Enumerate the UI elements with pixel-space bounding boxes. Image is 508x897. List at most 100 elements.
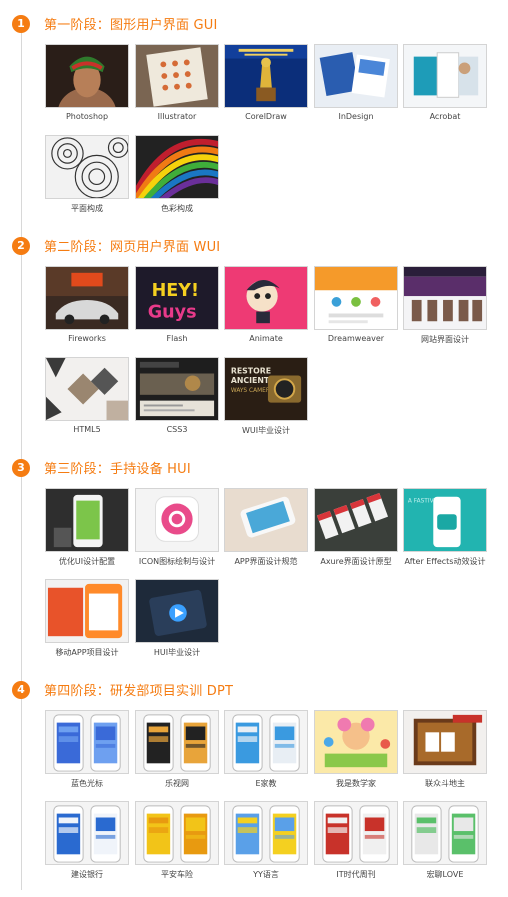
course-thumbnail[interactable]: [224, 266, 308, 330]
svg-text:HEY!: HEY!: [152, 281, 199, 301]
course-label: CorelDraw: [245, 112, 287, 121]
course-card[interactable]: YY语言: [224, 801, 309, 887]
course-card[interactable]: 色彩构成: [135, 135, 220, 221]
course-thumbnail[interactable]: [45, 44, 129, 108]
course-thumbnail[interactable]: [45, 357, 129, 421]
course-thumbnail[interactable]: [135, 357, 219, 421]
course-thumbnail[interactable]: [403, 801, 487, 865]
course-thumbnail[interactable]: [314, 801, 398, 865]
course-label: 联众斗地主: [425, 779, 465, 788]
course-thumbnail[interactable]: [314, 488, 398, 552]
course-thumbnail[interactable]: [135, 579, 219, 643]
course-label: 蓝色光标: [71, 779, 103, 788]
course-label: CSS3: [166, 425, 188, 434]
course-label: Animate: [249, 334, 283, 343]
stage-number-badge: 2: [12, 237, 30, 255]
course-thumbnail[interactable]: [224, 801, 308, 865]
course-card[interactable]: InDesign: [314, 44, 399, 130]
course-card[interactable]: Acrobat: [403, 44, 488, 130]
course-thumbnail[interactable]: [403, 44, 487, 108]
course-card[interactable]: Axure界面设计原型: [314, 488, 399, 574]
course-card[interactable]: APP界面设计规范: [224, 488, 309, 574]
course-thumbnail[interactable]: [403, 266, 487, 330]
course-card[interactable]: 蓝色光标: [45, 710, 130, 796]
course-label: 移动APP项目设计: [55, 648, 119, 657]
course-thumbnail[interactable]: [45, 710, 129, 774]
course-label: Photoshop: [65, 112, 109, 121]
course-thumbnail[interactable]: [45, 135, 129, 199]
course-label: HTML5: [73, 425, 101, 434]
course-card[interactable]: 优化UI设计配置: [45, 488, 130, 574]
course-card[interactable]: ICON图标绘制与设计: [135, 488, 220, 574]
course-label: 宏聊LOVE: [426, 870, 464, 879]
course-card[interactable]: IT时代周刊: [314, 801, 399, 887]
course-label: YY语言: [253, 870, 279, 879]
course-label: 乐视网: [165, 779, 189, 788]
course-label: HUI毕业设计: [153, 648, 201, 657]
course-card[interactable]: HEY! Guys Flash: [135, 266, 220, 352]
course-thumbnail[interactable]: [135, 44, 219, 108]
course-card[interactable]: 移动APP项目设计: [45, 579, 130, 665]
course-card[interactable]: A FASTIVE After Effects动效设计: [403, 488, 488, 574]
course-label: Acrobat: [429, 112, 461, 121]
course-thumbnail[interactable]: A FASTIVE: [403, 488, 487, 552]
course-card[interactable]: 我是数学家: [314, 710, 399, 796]
course-thumbnail[interactable]: [224, 488, 308, 552]
course-label: IT时代周刊: [336, 870, 376, 879]
course-card[interactable]: E家教: [224, 710, 309, 796]
course-card[interactable]: 乐视网: [135, 710, 220, 796]
stage-number-badge: 3: [12, 459, 30, 477]
course-card[interactable]: Photoshop: [45, 44, 130, 130]
stage-number-badge: 4: [12, 681, 30, 699]
course-label: 我是数学家: [336, 779, 376, 788]
course-card[interactable]: HUI毕业设计: [135, 579, 220, 665]
stage-header: 2 第二阶段：网页用户界面 WUI: [0, 234, 508, 256]
course-thumbnail[interactable]: [403, 710, 487, 774]
course-thumbnail[interactable]: [224, 710, 308, 774]
course-thumbnail[interactable]: [314, 710, 398, 774]
course-label: 优化UI设计配置: [58, 557, 116, 566]
course-card[interactable]: Animate: [224, 266, 309, 352]
course-card[interactable]: CSS3: [135, 357, 220, 443]
course-card[interactable]: HTML5: [45, 357, 130, 443]
course-card[interactable]: 平面构成: [45, 135, 130, 221]
course-thumbnail[interactable]: HEY! Guys: [135, 266, 219, 330]
course-thumbnail[interactable]: RESTORE ANCIENT WAYS CAMERA: [224, 357, 308, 421]
course-card[interactable]: Fireworks: [45, 266, 130, 352]
course-thumbnail[interactable]: [45, 579, 129, 643]
course-card[interactable]: CorelDraw: [224, 44, 309, 130]
course-label: Fireworks: [68, 334, 106, 343]
course-thumbnail[interactable]: [135, 801, 219, 865]
stage-header: 3 第三阶段：手持设备 HUI: [0, 456, 508, 478]
course-label: E家教: [255, 779, 277, 788]
course-label: APP界面设计规范: [234, 557, 298, 566]
course-card[interactable]: Illustrator: [135, 44, 220, 130]
course-card[interactable]: 宏聊LOVE: [403, 801, 488, 887]
svg-text:RESTORE: RESTORE: [231, 367, 271, 376]
stage-title: 第四阶段：研发部项目实训 DPT: [44, 684, 234, 699]
course-thumbnail[interactable]: [224, 44, 308, 108]
course-card[interactable]: 网站界面设计: [403, 266, 488, 352]
svg-text:Guys: Guys: [148, 302, 197, 322]
course-label: 建设银行: [71, 870, 103, 879]
course-label: Flash: [166, 334, 188, 343]
course-thumbnail[interactable]: [45, 266, 129, 330]
course-label: Illustrator: [157, 112, 197, 121]
course-card[interactable]: 平安车险: [135, 801, 220, 887]
course-thumbnail[interactable]: [135, 710, 219, 774]
course-thumbnail[interactable]: [314, 266, 398, 330]
course-thumbnail[interactable]: [45, 488, 129, 552]
course-label: Dreamweaver: [327, 334, 385, 343]
stage-title: 第三阶段：手持设备 HUI: [44, 462, 191, 477]
course-thumbnail[interactable]: [135, 488, 219, 552]
course-thumbnail[interactable]: [135, 135, 219, 199]
course-card[interactable]: 联众斗地主: [403, 710, 488, 796]
svg-text:ANCIENT: ANCIENT: [231, 376, 270, 385]
stage-title: 第一阶段：图形用户界面 GUI: [44, 18, 218, 33]
course-label: After Effects动效设计: [404, 557, 486, 566]
course-card[interactable]: 建设银行: [45, 801, 130, 887]
course-thumbnail[interactable]: [45, 801, 129, 865]
course-thumbnail[interactable]: [314, 44, 398, 108]
course-card[interactable]: RESTORE ANCIENT WAYS CAMERA WUI毕业设计: [224, 357, 309, 443]
course-card[interactable]: Dreamweaver: [314, 266, 399, 352]
